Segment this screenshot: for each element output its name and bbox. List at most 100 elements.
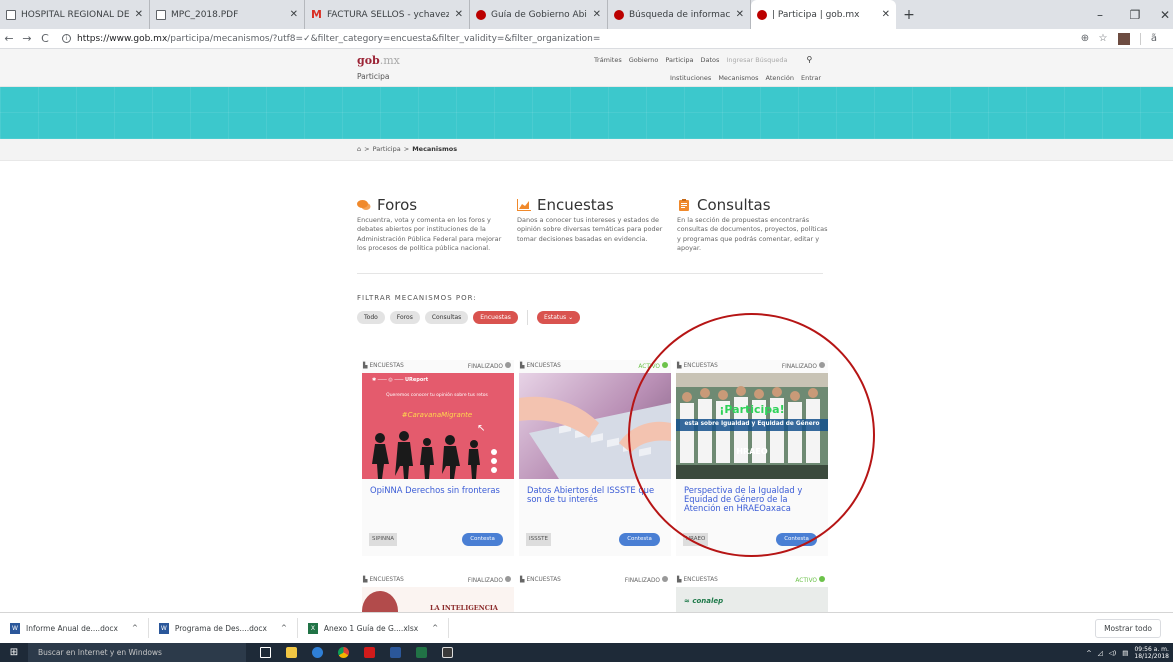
chevron-up-icon[interactable]: ^ xyxy=(281,624,287,632)
forward-icon[interactable]: → xyxy=(18,32,36,45)
mechanism-title: Consultas xyxy=(697,196,771,214)
card-status: FINALIZADO xyxy=(624,578,660,584)
gob-logo[interactable]: gob.mx xyxy=(357,54,400,67)
close-icon[interactable]: ✕ xyxy=(593,9,601,20)
chevron-up-icon[interactable]: ^ xyxy=(132,624,138,632)
answer-button[interactable]: Contesta xyxy=(462,533,503,546)
search-icon[interactable]: ⚲ xyxy=(807,55,813,64)
clock[interactable]: 09:56 a. m. 18/12/2018 xyxy=(1134,646,1169,660)
close-icon[interactable]: ✕ xyxy=(736,9,744,20)
nav-link[interactable]: Datos xyxy=(701,56,720,64)
file-explorer-icon[interactable] xyxy=(278,643,304,662)
snipping-tool-icon[interactable] xyxy=(434,643,460,662)
card-category: ENCUESTAS xyxy=(369,363,404,369)
excel-icon[interactable] xyxy=(408,643,434,662)
browser-tab[interactable]: Búsqueda de información | gob. ✕ xyxy=(608,0,751,29)
nav-link[interactable]: Participa xyxy=(665,56,693,64)
search-input[interactable]: Ingresar Búsqueda xyxy=(726,56,787,64)
mechanism-consultas[interactable]: Consultas En la sección de propuestas en… xyxy=(677,195,829,254)
mechanism-desc: Danos a conocer tus intereses y estados … xyxy=(517,216,663,243)
profile-icon[interactable]: ã xyxy=(1145,33,1163,44)
bookmark-star-icon[interactable]: ☆ xyxy=(1094,33,1112,44)
close-icon[interactable]: ✕ xyxy=(882,9,890,20)
acrobat-icon[interactable] xyxy=(356,643,382,662)
download-item[interactable]: X Anexo 1 Guía de G....xlsx ^ xyxy=(298,618,450,638)
notifications-icon[interactable]: ▤ xyxy=(1122,649,1128,657)
card-status: FINALIZADO xyxy=(467,578,503,584)
chevron-up-icon[interactable]: ^ xyxy=(432,624,438,632)
extension-icon[interactable] xyxy=(1118,32,1130,45)
reload-icon[interactable]: C xyxy=(36,32,54,45)
minimize-icon[interactable]: – xyxy=(1085,0,1115,29)
task-view-icon[interactable] xyxy=(252,643,278,662)
chevron-up-icon[interactable]: ^ xyxy=(1086,649,1091,657)
info-icon[interactable]: i xyxy=(62,34,71,43)
answer-button[interactable]: Contesta xyxy=(619,533,660,546)
bar-chart-icon: ▙ xyxy=(520,363,525,369)
home-icon[interactable]: ⌂ xyxy=(357,145,361,153)
breadcrumb-sep: > xyxy=(403,145,410,153)
divider xyxy=(357,273,823,274)
close-window-icon[interactable]: ✕ xyxy=(1150,0,1173,29)
document-icon xyxy=(156,9,166,20)
nav-link[interactable]: Trámites xyxy=(594,56,622,64)
image-caption: Queremos conocer tu opinión sobre tus re… xyxy=(386,393,488,398)
browser-tab[interactable]: HOSPITAL REGIONAL DE ALTA E ✕ xyxy=(0,0,150,29)
card-title[interactable]: OpiNNA Derechos sin fronteras xyxy=(370,486,508,495)
mechanism-foros[interactable]: Foros Encuentra, vota y comenta en los f… xyxy=(357,195,509,254)
card-image[interactable]: ≈ conalep xyxy=(676,587,828,612)
show-all-button[interactable]: Mostrar todo xyxy=(1095,619,1161,638)
area-chart-icon xyxy=(517,199,531,211)
new-tab-button[interactable]: + xyxy=(896,0,922,29)
breadcrumb-parent[interactable]: Participa xyxy=(373,145,401,153)
nav-link[interactable]: Gobierno xyxy=(629,56,659,64)
browser-tab-strip: HOSPITAL REGIONAL DE ALTA E ✕ MPC_2018.P… xyxy=(0,0,1173,29)
browser-tab-active[interactable]: | Participa | gob.mx ✕ xyxy=(751,0,896,29)
top-nav: Trámites Gobierno Participa Datos Ingres… xyxy=(594,55,812,64)
address-bar[interactable]: i https://www.gob.mx /participa/mecanism… xyxy=(62,34,1076,44)
browser-tab[interactable]: MPC_2018.PDF ✕ xyxy=(150,0,305,29)
browser-tab[interactable]: M FACTURA SELLOS - ychavez@hra ✕ xyxy=(305,0,470,29)
taskbar-search[interactable]: Buscar en Internet y en Windows xyxy=(28,643,246,662)
breadcrumb-current: Mecanismos xyxy=(412,145,458,153)
download-item[interactable]: W Programa de Des....docx ^ xyxy=(149,618,298,638)
word-file-icon: W xyxy=(10,622,20,634)
download-item[interactable]: W Informe Anual de....docx ^ xyxy=(0,618,149,638)
card-category: ENCUESTAS xyxy=(526,577,561,583)
survey-card-partial[interactable]: ▙ ENCUESTAS FINALIZADO xyxy=(519,574,671,610)
survey-card-partial[interactable]: ▙ ENCUESTAS FINALIZADO LA INTELIGENCIA xyxy=(362,574,514,612)
word-icon[interactable] xyxy=(382,643,408,662)
windows-start-icon[interactable]: ⊞ xyxy=(0,647,28,658)
status-dropdown[interactable]: Estatus ⌄ xyxy=(536,311,581,324)
edge-icon[interactable] xyxy=(304,643,330,662)
section-nav: Instituciones Mecanismos Atención Entrar xyxy=(670,74,821,82)
browser-tab[interactable]: Guía de Gobierno Abierto 2018 | ✕ xyxy=(470,0,608,29)
subnav-link[interactable]: Instituciones xyxy=(670,74,711,82)
mechanism-title: Encuestas xyxy=(537,196,614,214)
survey-card[interactable]: ▙ ENCUESTAS FINALIZADO ✱ ─── ◎ ─── URepor… xyxy=(362,360,514,556)
mechanism-encuestas[interactable]: Encuestas Danos a conocer tus intereses … xyxy=(517,195,669,244)
card-status: ACTIVO xyxy=(795,578,817,584)
breadcrumb: ⌂ > Participa > Mecanismos xyxy=(357,145,457,153)
network-icon[interactable]: ◿ xyxy=(1098,649,1103,657)
filter-todo[interactable]: Todo xyxy=(357,311,385,324)
filter-encuestas[interactable]: Encuestas xyxy=(473,311,518,324)
card-image[interactable]: LA INTELIGENCIA xyxy=(362,587,514,612)
close-icon[interactable]: ✕ xyxy=(455,9,463,20)
close-icon[interactable]: ✕ xyxy=(290,9,298,20)
section-name[interactable]: Participa xyxy=(357,72,389,81)
subnav-link[interactable]: Entrar xyxy=(801,74,821,82)
subnav-link[interactable]: Mecanismos xyxy=(718,74,758,82)
chrome-icon[interactable] xyxy=(330,643,356,662)
volume-icon[interactable]: ◁) xyxy=(1109,649,1117,657)
zoom-icon[interactable]: ⊕ xyxy=(1076,33,1094,44)
url-path: /participa/mecanismos/?utf8=✓&filter_cat… xyxy=(167,33,601,44)
card-image[interactable]: ✱ ─── ◎ ─── UReport Queremos conocer tu … xyxy=(362,373,514,479)
survey-card-partial[interactable]: ▙ ENCUESTAS ACTIVO ≈ conalep xyxy=(676,574,828,612)
restore-icon[interactable]: ❐ xyxy=(1120,0,1150,29)
back-icon[interactable]: ← xyxy=(0,32,18,45)
filter-consultas[interactable]: Consultas xyxy=(424,311,469,324)
subnav-link[interactable]: Atención xyxy=(765,74,793,82)
filter-foros[interactable]: Foros xyxy=(389,311,420,324)
close-icon[interactable]: ✕ xyxy=(135,9,143,20)
